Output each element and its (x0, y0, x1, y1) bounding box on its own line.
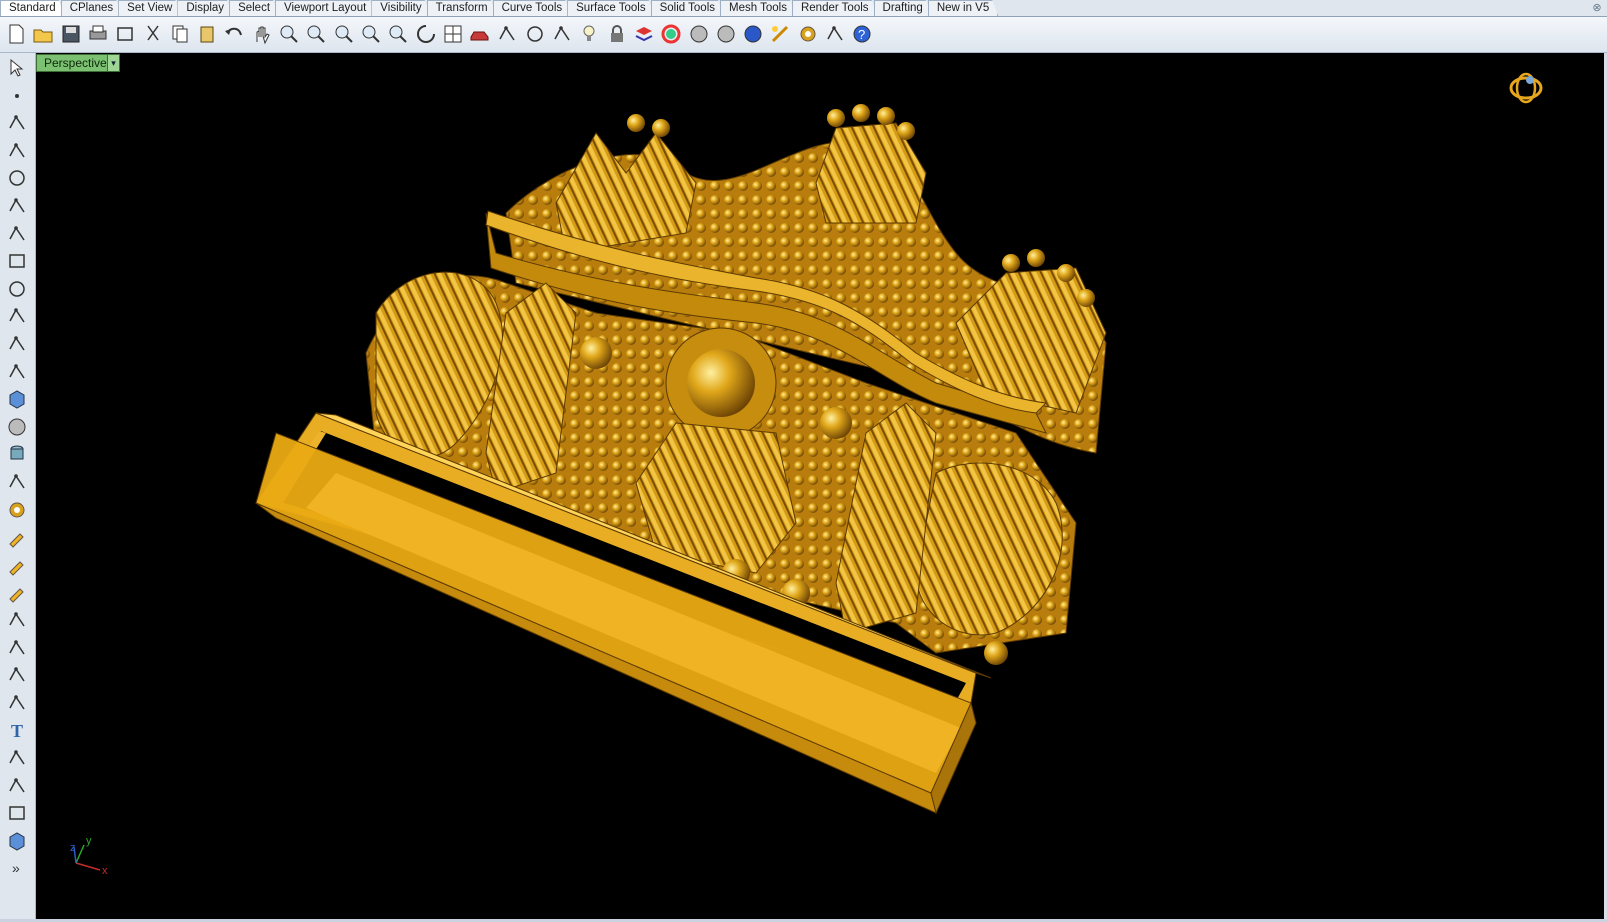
move-view-icon[interactable] (277, 22, 301, 46)
pan-hand-icon[interactable] (250, 22, 274, 46)
tab-select[interactable]: Select (229, 0, 279, 16)
svg-text:T: T (11, 721, 23, 741)
tab-mesh-tools[interactable]: Mesh Tools (720, 0, 796, 16)
open-file-icon[interactable] (31, 22, 55, 46)
join-icon[interactable] (4, 662, 30, 688)
four-viewports-icon[interactable] (441, 22, 465, 46)
help-icon[interactable]: ? (850, 22, 874, 46)
circle-icon[interactable] (4, 165, 30, 191)
world-axes-icon: x y z (70, 835, 108, 877)
color-wheel-icon[interactable] (659, 22, 683, 46)
visibility-icon[interactable] (495, 22, 519, 46)
fillet-icon[interactable] (4, 303, 30, 329)
render-icon[interactable] (768, 22, 792, 46)
tab-transform[interactable]: Transform (427, 0, 497, 16)
svg-text:?: ? (858, 27, 865, 42)
print-icon[interactable] (86, 22, 110, 46)
target-icon[interactable] (523, 22, 547, 46)
axis-z-label: z (70, 842, 76, 854)
point-icon[interactable] (4, 83, 30, 109)
gear-icon[interactable] (4, 497, 30, 523)
perspective-viewport[interactable]: x y z Perspective ▾ (36, 53, 1604, 919)
new-file-icon[interactable] (4, 22, 28, 46)
group-icon[interactable] (4, 635, 30, 661)
tab-visibility[interactable]: Visibility (371, 0, 430, 16)
shaded-sphere-icon[interactable] (687, 22, 711, 46)
explode-icon[interactable] (4, 690, 30, 716)
trim-icon[interactable] (4, 579, 30, 605)
polyline-icon[interactable] (4, 110, 30, 136)
lock-icon[interactable] (605, 22, 629, 46)
model-canvas[interactable]: x y z (36, 53, 1604, 919)
zoom-extents-icon[interactable] (359, 22, 383, 46)
zoom-window-icon[interactable] (332, 22, 356, 46)
tab-standard[interactable]: Standard (0, 0, 65, 16)
edit-icon[interactable] (4, 524, 30, 550)
polygon-icon[interactable] (4, 221, 30, 247)
array-icon[interactable] (4, 773, 30, 799)
box-icon[interactable] (4, 386, 30, 412)
close-icon[interactable]: ⊗ (1591, 2, 1603, 14)
tab-solid-tools[interactable]: Solid Tools (651, 0, 724, 16)
grid-snap-icon[interactable] (823, 22, 847, 46)
properties-icon[interactable] (4, 800, 30, 826)
tab-set-view[interactable]: Set View (118, 0, 181, 16)
car-icon[interactable] (468, 22, 492, 46)
more-chevron-icon[interactable]: » (4, 855, 30, 881)
viewport-dropdown-icon[interactable]: ▾ (106, 55, 119, 71)
rectangle-icon[interactable] (4, 248, 30, 274)
paste-icon[interactable] (195, 22, 219, 46)
tab-new-in-v5[interactable]: New in V5 (928, 0, 998, 16)
ellipse-icon[interactable] (4, 276, 30, 302)
tab-cplanes[interactable]: CPlanes (61, 0, 122, 16)
save-icon[interactable] (59, 22, 83, 46)
cube-icon[interactable] (4, 828, 30, 854)
dimension-icon[interactable] (4, 745, 30, 771)
viewport-title-tab[interactable]: Perspective ▾ (36, 54, 120, 72)
toolbar-tab-strip: Standard CPlanes Set View Display Select View… (0, 0, 1607, 17)
cylinder-icon[interactable] (4, 441, 30, 467)
tab-surface-tools[interactable]: Surface Tools (567, 0, 654, 16)
main-left-toolbar: T» (0, 53, 36, 922)
copy-icon[interactable] (168, 22, 192, 46)
axis-x-label: x (102, 865, 108, 877)
rotate-gizmo-icon[interactable] (1509, 72, 1543, 104)
layer-icon[interactable] (632, 22, 656, 46)
boolean-icon[interactable] (4, 607, 30, 633)
curve-icon[interactable] (4, 138, 30, 164)
rotate-view-icon[interactable] (414, 22, 438, 46)
tab-viewport-layout[interactable]: Viewport Layout (275, 0, 375, 16)
svg-text:»: » (12, 860, 20, 876)
viewport-name[interactable]: Perspective (37, 55, 107, 71)
light-bulb-icon[interactable] (577, 22, 601, 46)
blue-sphere-icon[interactable] (741, 22, 765, 46)
plane-icon[interactable] (4, 469, 30, 495)
export-icon[interactable] (113, 22, 137, 46)
tab-render-tools[interactable]: Render Tools (792, 0, 878, 16)
cut-icon[interactable] (141, 22, 165, 46)
tab-drafting[interactable]: Drafting (874, 0, 932, 16)
settings-gear-icon[interactable] (796, 22, 820, 46)
tab-curve-tools[interactable]: Curve Tools (493, 0, 572, 16)
undo-icon[interactable] (222, 22, 246, 46)
extrude-icon[interactable] (4, 359, 30, 385)
arc-icon[interactable] (4, 193, 30, 219)
sphere-icon[interactable] (4, 414, 30, 440)
rendered-sphere-icon[interactable] (714, 22, 738, 46)
zoom-icon[interactable] (304, 22, 328, 46)
zoom-selected-icon[interactable] (386, 22, 410, 46)
text-icon[interactable]: T (4, 717, 30, 743)
axis-y-label: y (86, 835, 92, 847)
select-arrow-icon[interactable] (4, 55, 30, 81)
split-icon[interactable] (4, 552, 30, 578)
tab-display[interactable]: Display (177, 0, 233, 16)
surface-icon[interactable] (4, 331, 30, 357)
standard-toolbar: ? (0, 17, 1607, 53)
snap-icon[interactable] (550, 22, 574, 46)
